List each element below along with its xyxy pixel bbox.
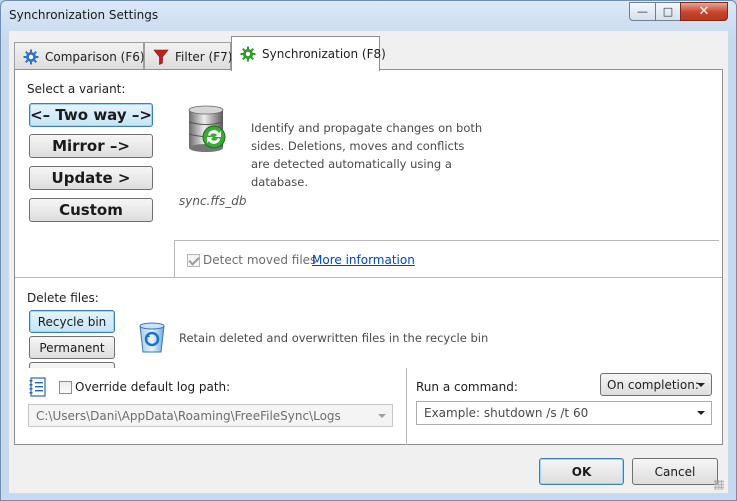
database-sync-icon [183, 104, 233, 154]
ok-button[interactable]: OK [539, 458, 624, 485]
tab-synchronization[interactable]: Synchronization (F8) [231, 36, 386, 71]
divider [15, 277, 722, 278]
more-information-link[interactable]: More information [312, 253, 415, 267]
tab-filter[interactable]: Filter (F7) [144, 42, 233, 70]
variant-description: Identify and propagate changes on both s… [251, 121, 483, 189]
chevron-down-icon [697, 382, 705, 387]
command-timing-value: On completion: [607, 377, 699, 392]
divider [174, 240, 719, 241]
dialog-client-area: Comparison (F6) Filter (F7) Synchronizat… [9, 31, 728, 493]
command-input[interactable]: Example: shutdown /s /t 60 [416, 401, 712, 425]
command-timing-select[interactable]: On completion: [600, 373, 712, 396]
delete-files-description: Retain deleted and overwritten files in … [179, 331, 489, 345]
gear-icon [23, 49, 39, 65]
recycle-bin-icon [136, 320, 168, 354]
log-command-area: Override default log path: C:\Users\Dani… [14, 368, 723, 445]
log-path-value: C:\Users\Dani\AppData\Roaming\FreeFileSy… [36, 408, 341, 423]
permanent-button[interactable]: Permanent [29, 336, 115, 359]
detect-moved-checkbox[interactable] [187, 254, 200, 267]
title-bar[interactable]: Synchronization Settings — □ ✕ [1, 1, 736, 31]
two-way-button[interactable]: <– Two way –> [29, 103, 153, 127]
command-placeholder: Example: shutdown /s /t 60 [424, 406, 589, 420]
delete-files-label: Delete files: [27, 291, 99, 305]
divider [174, 240, 175, 277]
override-log-path-checkbox[interactable] [59, 381, 72, 394]
cancel-button[interactable]: Cancel [632, 458, 718, 485]
funnel-icon [153, 49, 169, 65]
maximize-button[interactable]: □ [655, 2, 681, 21]
divider [406, 368, 407, 445]
tab-filter-label: Filter (F7) [175, 49, 233, 64]
database-caption: sync.ffs_db [179, 194, 247, 208]
tab-comparison[interactable]: Comparison (F6) [14, 42, 145, 70]
resize-grip[interactable] [714, 480, 724, 490]
minimize-button[interactable]: — [629, 2, 656, 21]
tab-comparison-label: Comparison (F6) [45, 49, 145, 64]
mirror-button[interactable]: Mirror –> [29, 134, 153, 158]
custom-button[interactable]: Custom [29, 198, 153, 222]
chevron-down-icon [378, 413, 386, 418]
override-log-path-label: Override default log path: [75, 380, 231, 394]
chevron-down-icon [697, 411, 705, 415]
close-button[interactable]: ✕ [680, 2, 728, 21]
tab-synchronization-label: Synchronization (F8) [262, 47, 386, 61]
variant-label: Select a variant: [27, 82, 126, 96]
recycle-bin-button[interactable]: Recycle bin [29, 310, 115, 333]
gear-icon [240, 46, 256, 62]
update-button[interactable]: Update > [29, 166, 153, 190]
run-command-label: Run a command: [416, 380, 518, 394]
detect-moved-label: Detect moved files [203, 253, 317, 267]
settings-window: Synchronization Settings — □ ✕ Compariso… [0, 0, 737, 501]
log-path-input[interactable]: C:\Users\Dani\AppData\Roaming\FreeFileSy… [28, 404, 393, 427]
window-title: Synchronization Settings [9, 8, 159, 22]
log-file-icon [29, 377, 47, 397]
